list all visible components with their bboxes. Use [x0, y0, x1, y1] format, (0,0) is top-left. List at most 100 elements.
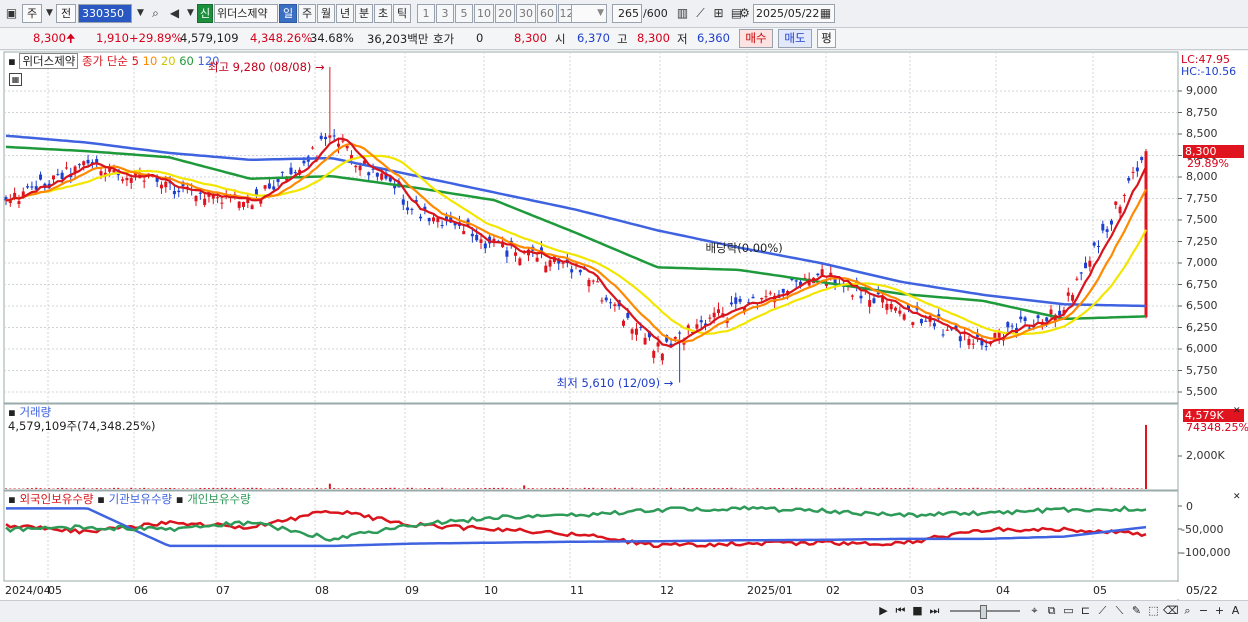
speaker-icon[interactable]: ◀ [167, 6, 182, 21]
eval-button[interactable]: 평 [817, 29, 836, 48]
count-input[interactable]: 265 [612, 4, 642, 23]
stock-code-input[interactable]: 330350 [78, 4, 132, 23]
candle-body [1037, 315, 1040, 318]
candle-body [328, 135, 331, 137]
chevron-down-icon[interactable]: ▼ [42, 6, 57, 21]
chevron-down-icon[interactable]: ▼ [133, 6, 148, 21]
prev-button[interactable]: 전 [56, 4, 76, 23]
draw-icon[interactable]: ✎ [1129, 603, 1144, 618]
candle-body [821, 269, 824, 275]
interval-button[interactable]: 20 [495, 4, 515, 23]
window-icon[interactable]: ▣ [4, 6, 19, 21]
interval-button[interactable]: 5 [455, 4, 473, 23]
chart-svg[interactable] [0, 51, 1248, 604]
interval-button[interactable]: 60 [537, 4, 557, 23]
copy-icon[interactable]: ⧉ [1044, 603, 1059, 618]
chevron-down-icon[interactable]: ▼ [183, 6, 198, 21]
candle-icon[interactable]: ▥ [675, 6, 690, 21]
candle-body [1088, 261, 1091, 267]
auto-scale-icon[interactable]: A [1228, 603, 1243, 618]
volume-bar [666, 488, 668, 489]
volume-bar [597, 488, 599, 489]
legend-ma60: 60 [179, 54, 194, 68]
period-tab[interactable]: 년 [336, 4, 354, 23]
high-value: 8,300 [637, 31, 670, 45]
interval-button[interactable]: 30 [516, 4, 536, 23]
menu-dot-icon[interactable]: ▪ [8, 54, 16, 68]
interval-button[interactable]: 10 [474, 4, 494, 23]
zoom-slider-handle[interactable] [980, 605, 987, 619]
trade-amount: 36,203백만 [367, 31, 428, 47]
candle-body [657, 342, 660, 346]
scroll-right-icon[interactable]: ▶ [876, 603, 891, 618]
volume-bar [726, 488, 728, 489]
candle-body [924, 321, 927, 322]
close-icon[interactable]: ✕ [1233, 492, 1241, 502]
volume-bar [286, 488, 288, 489]
chart-area[interactable]: ▪ 위더스제약 종가 단순 5 10 20 60 120 ▦ 9,0008,75… [0, 51, 1248, 604]
volume-bar [113, 488, 115, 489]
period-tab[interactable]: 분 [355, 4, 373, 23]
legend-individual: 개인보유수량 [187, 492, 250, 506]
zoom-out-icon[interactable]: − [1196, 603, 1211, 618]
period-tab[interactable]: 월 [317, 4, 335, 23]
step-back-icon[interactable]: ⏮ [893, 603, 908, 618]
text-tool-icon[interactable]: ⬚ [1146, 603, 1161, 618]
volume-bar [795, 488, 797, 489]
volume-bar [627, 488, 629, 489]
volume-bar [255, 488, 257, 489]
fib-icon[interactable]: ⟍ [1112, 603, 1127, 618]
sell-button[interactable]: 매도 [778, 29, 812, 48]
candle-body [600, 300, 603, 301]
stop-icon[interactable]: ■ [910, 603, 925, 618]
menu-dot-icon[interactable]: ▪ [97, 492, 105, 506]
zoom-in-icon[interactable]: + [1212, 603, 1227, 618]
volume-bar [1046, 488, 1048, 489]
grid-toggle-icon[interactable]: ▦ [9, 73, 22, 86]
step-forward-icon[interactable]: ⏭ [927, 603, 942, 618]
trendline-icon[interactable]: ⟋ [1095, 603, 1110, 618]
eraser-icon[interactable]: ⌫ [1163, 603, 1178, 618]
gear-icon[interactable]: ⚙ [737, 6, 752, 21]
volume-bar [1102, 488, 1104, 489]
period-tab[interactable]: 일 [279, 4, 297, 23]
type-select[interactable]: 주 [22, 4, 42, 23]
volume-bar [350, 488, 352, 489]
volume-bar [696, 488, 698, 489]
interval-select[interactable]: ▼ [571, 4, 607, 23]
volume-bar [411, 488, 413, 489]
buy-button[interactable]: 매수 [739, 29, 773, 48]
menu-dot-icon[interactable]: ▪ [176, 492, 184, 506]
interval-button[interactable]: 1 [417, 4, 435, 23]
menu-dot-icon[interactable]: ▪ [8, 492, 16, 506]
period-tab[interactable]: 초 [374, 4, 392, 23]
period-tab[interactable]: 주 [298, 4, 316, 23]
volume-bar [74, 488, 76, 489]
period-tab[interactable]: 틱 [393, 4, 411, 23]
volume-bar [964, 488, 966, 489]
select-tool-icon[interactable]: ⌖ [1027, 603, 1042, 618]
interval-button[interactable]: 3 [436, 4, 454, 23]
chevron-down-icon[interactable]: ▼ [597, 5, 604, 22]
candle-body [898, 311, 901, 314]
candle-body [920, 319, 923, 323]
search-icon[interactable]: ⌕ [148, 6, 163, 21]
candle-body [251, 205, 254, 209]
candle-body [277, 179, 280, 182]
layout-icon[interactable]: ▭ [1061, 603, 1076, 618]
candle-body [402, 199, 405, 204]
line-chart-icon[interactable]: ⟋ [693, 6, 708, 21]
magnify-icon[interactable]: ⌕ [1180, 603, 1195, 618]
close-icon[interactable]: ✕ [1233, 406, 1241, 416]
indicator-icon[interactable]: ⊞ [711, 6, 726, 21]
hoga-value: 0 [476, 31, 483, 45]
legend-ma-title: 종가 단순 5 [82, 54, 139, 68]
volume-bar [981, 488, 983, 489]
volume-bar [592, 488, 594, 489]
volume-bar [14, 488, 16, 489]
candle-body [894, 308, 897, 311]
candle-body [765, 296, 768, 297]
menu-dot-icon[interactable]: ▪ [8, 405, 16, 419]
ruler-icon[interactable]: ⊏ [1078, 603, 1093, 618]
calendar-icon[interactable]: ▦ [818, 6, 833, 21]
